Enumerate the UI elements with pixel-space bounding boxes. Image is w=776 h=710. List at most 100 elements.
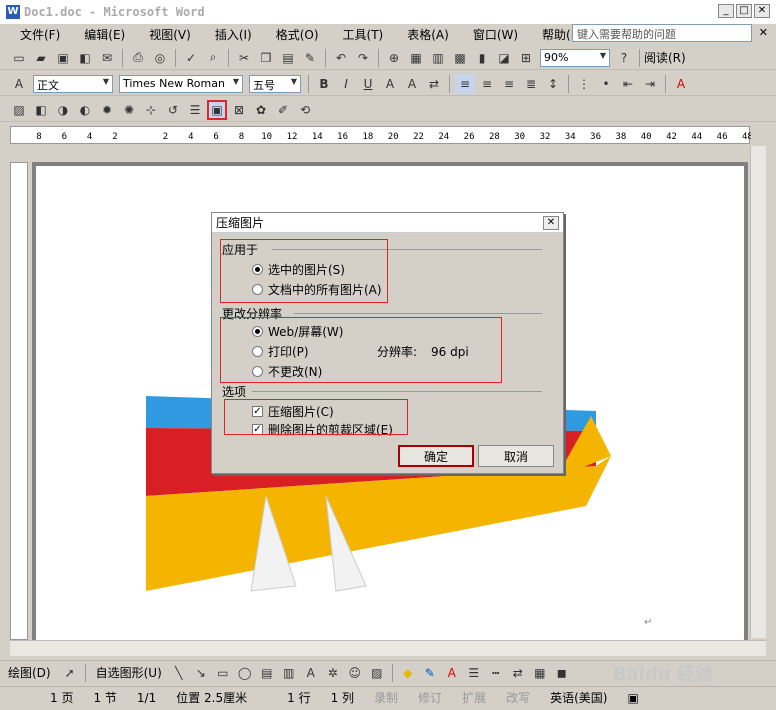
- ok-button[interactable]: 确定: [398, 445, 474, 467]
- document-map-icon[interactable]: ⊞: [516, 48, 536, 68]
- redo-icon[interactable]: ↷: [353, 48, 373, 68]
- set-transparent-icon[interactable]: ✐: [273, 100, 293, 120]
- undo-icon[interactable]: ↶: [331, 48, 351, 68]
- char-border-icon[interactable]: A: [380, 74, 400, 94]
- horizontal-ruler[interactable]: 8 6 4 2 2 4 6 8 10 12 14 16 18 20 22 24 26 28 30 32 34 36 38 40…: [10, 126, 753, 144]
- bullets-icon[interactable]: •: [596, 74, 616, 94]
- line-icon[interactable]: ╲: [169, 663, 189, 683]
- open-folder-icon[interactable]: ▰: [31, 48, 51, 68]
- select-objects-icon[interactable]: ➚: [60, 663, 80, 683]
- vertical-scrollbar[interactable]: [750, 146, 766, 638]
- align-justify-button[interactable]: ≡: [455, 73, 475, 94]
- help-search-input[interactable]: 键入需要帮助的问题: [572, 24, 752, 42]
- draw-font-color-icon[interactable]: A: [442, 663, 462, 683]
- drawing-toggle-icon[interactable]: ◪: [494, 48, 514, 68]
- align-right-button[interactable]: ≡: [499, 74, 519, 94]
- rotate-icon[interactable]: ↺: [163, 100, 183, 120]
- char-scale-icon[interactable]: ⇄: [424, 74, 444, 94]
- more-contrast-icon[interactable]: ◑: [53, 100, 73, 120]
- reset-picture-icon[interactable]: ⟲: [295, 100, 315, 120]
- status-track[interactable]: 修订: [408, 689, 452, 706]
- vertical-ruler[interactable]: [10, 162, 28, 640]
- new-document-icon[interactable]: ▭: [9, 48, 29, 68]
- line-color-icon[interactable]: ✎: [420, 663, 440, 683]
- vertical-textbox-icon[interactable]: ▥: [279, 663, 299, 683]
- less-contrast-icon[interactable]: ◐: [75, 100, 95, 120]
- format-painter-icon[interactable]: ✎: [300, 48, 320, 68]
- shadow-style-icon[interactable]: ▦: [530, 663, 550, 683]
- print-preview-icon[interactable]: ◎: [150, 48, 170, 68]
- decrease-indent-icon[interactable]: ⇤: [618, 74, 638, 94]
- status-overtype[interactable]: 改写: [496, 689, 540, 706]
- minimize-button[interactable]: _: [718, 4, 734, 18]
- menu-file[interactable]: 文件(F): [8, 26, 72, 43]
- font-size-select[interactable]: 五号 ▼: [249, 74, 301, 93]
- spelling-icon[interactable]: ✓: [181, 48, 201, 68]
- more-brightness-icon[interactable]: ✹: [97, 100, 117, 120]
- menu-insert[interactable]: 插入(I): [203, 26, 264, 43]
- close-button[interactable]: ✕: [754, 4, 770, 18]
- menu-edit[interactable]: 编辑(E): [72, 26, 137, 43]
- increase-indent-icon[interactable]: ⇥: [640, 74, 660, 94]
- menu-window[interactable]: 窗口(W): [461, 26, 530, 43]
- arrow-icon[interactable]: ↘: [191, 663, 211, 683]
- print-icon[interactable]: ⎙: [128, 48, 148, 68]
- dash-style-icon[interactable]: ┅: [486, 663, 506, 683]
- draw-menu-button[interactable]: 绘图(D): [8, 664, 51, 681]
- insert-table-icon[interactable]: ▥: [428, 48, 448, 68]
- clipart-icon[interactable]: ☺: [345, 663, 365, 683]
- insert-picture-draw-icon[interactable]: ▨: [367, 663, 387, 683]
- format-picture-icon[interactable]: ✿: [251, 100, 271, 120]
- hyperlink-icon[interactable]: ⊕: [384, 48, 404, 68]
- italic-button[interactable]: I: [336, 74, 356, 94]
- horizontal-scrollbar[interactable]: [10, 640, 766, 656]
- menu-tools[interactable]: 工具(T): [331, 26, 396, 43]
- status-record[interactable]: 录制: [364, 689, 408, 706]
- dialog-close-button[interactable]: ✕: [543, 215, 559, 230]
- distributed-align-button[interactable]: ≣: [521, 74, 541, 94]
- spelling-status-icon[interactable]: ▣: [617, 691, 648, 705]
- align-center-button[interactable]: ≡: [477, 74, 497, 94]
- 3d-style-icon[interactable]: ◼: [552, 663, 572, 683]
- oval-icon[interactable]: ◯: [235, 663, 255, 683]
- research-icon[interactable]: ⌕: [203, 48, 223, 68]
- line-spacing-icon[interactable]: ↕: [543, 74, 563, 94]
- diagram-icon[interactable]: ✲: [323, 663, 343, 683]
- menu-format[interactable]: 格式(O): [264, 26, 331, 43]
- bold-button[interactable]: B: [314, 74, 334, 94]
- styles-icon[interactable]: A: [9, 74, 29, 94]
- menu-table[interactable]: 表格(A): [395, 26, 461, 43]
- numbering-icon[interactable]: ⋮: [574, 74, 594, 94]
- help-close-icon[interactable]: ✕: [759, 26, 768, 39]
- insert-excel-icon[interactable]: ▩: [450, 48, 470, 68]
- copy-icon[interactable]: ❐: [256, 48, 276, 68]
- less-brightness-icon[interactable]: ✺: [119, 100, 139, 120]
- line-style-draw-icon[interactable]: ☰: [464, 663, 484, 683]
- insert-picture-icon[interactable]: ▨: [9, 100, 29, 120]
- line-style-icon[interactable]: ☰: [185, 100, 205, 120]
- email-icon[interactable]: ✉: [97, 48, 117, 68]
- font-select[interactable]: Times New Roman ▼: [119, 74, 243, 93]
- char-shading-icon[interactable]: A: [402, 74, 422, 94]
- crop-icon[interactable]: ⊹: [141, 100, 161, 120]
- help-icon[interactable]: ?: [614, 48, 634, 68]
- status-extend[interactable]: 扩展: [452, 689, 496, 706]
- arrow-style-icon[interactable]: ⇄: [508, 663, 528, 683]
- font-color-icon[interactable]: A: [671, 74, 691, 94]
- style-select[interactable]: 正文 ▼: [33, 74, 113, 93]
- textbox-icon[interactable]: ▤: [257, 663, 277, 683]
- tables-borders-icon[interactable]: ▦: [406, 48, 426, 68]
- permission-icon[interactable]: ◧: [75, 48, 95, 68]
- save-icon[interactable]: ▣: [53, 48, 73, 68]
- cancel-button[interactable]: 取消: [478, 445, 554, 467]
- wordart-icon[interactable]: A: [301, 663, 321, 683]
- menu-view[interactable]: 视图(V): [137, 26, 203, 43]
- autoshapes-menu-button[interactable]: 自选图形(U): [96, 664, 162, 681]
- maximize-button[interactable]: □: [736, 4, 752, 18]
- rectangle-icon[interactable]: ▭: [213, 663, 233, 683]
- underline-button[interactable]: U: [358, 74, 378, 94]
- fill-color-icon[interactable]: ◆: [398, 663, 418, 683]
- columns-icon[interactable]: ▮: [472, 48, 492, 68]
- color-icon[interactable]: ◧: [31, 100, 51, 120]
- status-language[interactable]: 英语(美国): [540, 689, 617, 706]
